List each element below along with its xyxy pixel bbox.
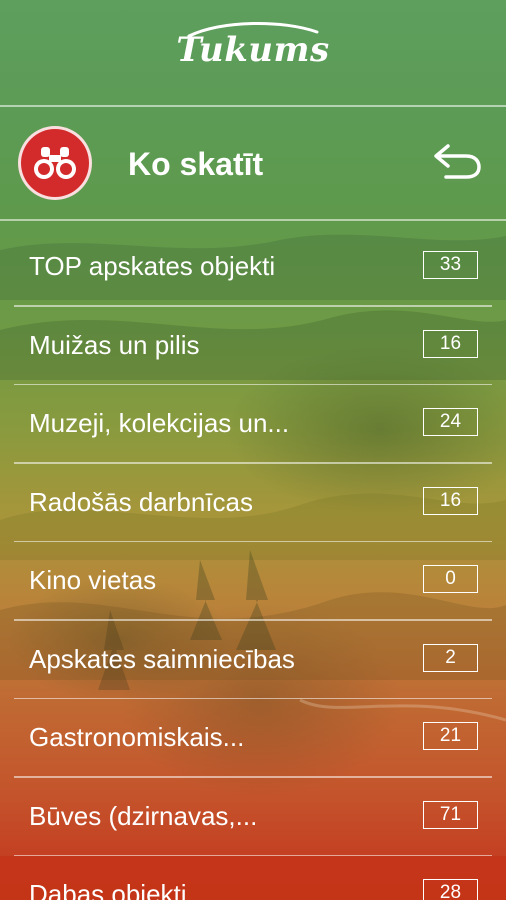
count-badge: 24 <box>423 408 478 436</box>
list-item-label: TOP apskates objekti <box>29 251 276 281</box>
binoculars-icon <box>34 147 76 179</box>
app-header: Tukums <box>0 0 506 106</box>
list-item[interactable]: Muižas un pilis 16 <box>0 307 506 385</box>
list-item[interactable]: Apskates saimniecības 2 <box>0 621 506 699</box>
list-item[interactable]: Radošās darbnīcas 16 <box>0 464 506 542</box>
list-item-label: Radošās darbnīcas <box>29 486 254 517</box>
category-badge <box>18 126 92 200</box>
count-badge: 16 <box>423 486 478 515</box>
list-item-label: Muižas un pilis <box>29 329 200 360</box>
list-item-label: Būves (dzirnavas,... <box>29 800 258 831</box>
count-badge: 28 <box>423 879 478 900</box>
list-item[interactable]: Gastronomiskais... 21 <box>0 699 506 778</box>
list-item-label: Muzeji, kolekcijas un... <box>29 408 290 438</box>
back-arrow-icon[interactable] <box>432 142 482 182</box>
count-badge: 0 <box>423 565 478 593</box>
list-item-label: Kino vietas <box>29 565 157 595</box>
list-item-label: Apskates saimniecības <box>29 643 295 674</box>
list-item[interactable]: TOP apskates objekti 33 <box>0 228 506 307</box>
count-badge: 2 <box>423 643 478 672</box>
title-divider <box>0 219 506 221</box>
list-item-active[interactable]: Dabas objekti 28 <box>0 856 506 900</box>
header-divider <box>0 105 506 107</box>
list-item[interactable]: Būves (dzirnavas,... 71 <box>0 778 506 856</box>
app-logo[interactable]: Tukums <box>0 30 506 70</box>
list-item-label: Gastronomiskais... <box>29 722 245 752</box>
count-badge: 71 <box>423 800 478 829</box>
page-title: Ko skatīt <box>128 146 264 182</box>
title-bar: Ko skatīt <box>0 108 506 220</box>
count-badge: 16 <box>423 329 478 358</box>
list-item-label: Dabas objekti <box>29 879 187 900</box>
count-badge: 33 <box>423 251 478 279</box>
list-item[interactable]: Muzeji, kolekcijas un... 24 <box>0 385 506 464</box>
count-badge: 21 <box>423 722 478 750</box>
category-list: TOP apskates objekti 33 Muižas un pilis … <box>0 228 506 900</box>
list-item[interactable]: Kino vietas 0 <box>0 542 506 621</box>
